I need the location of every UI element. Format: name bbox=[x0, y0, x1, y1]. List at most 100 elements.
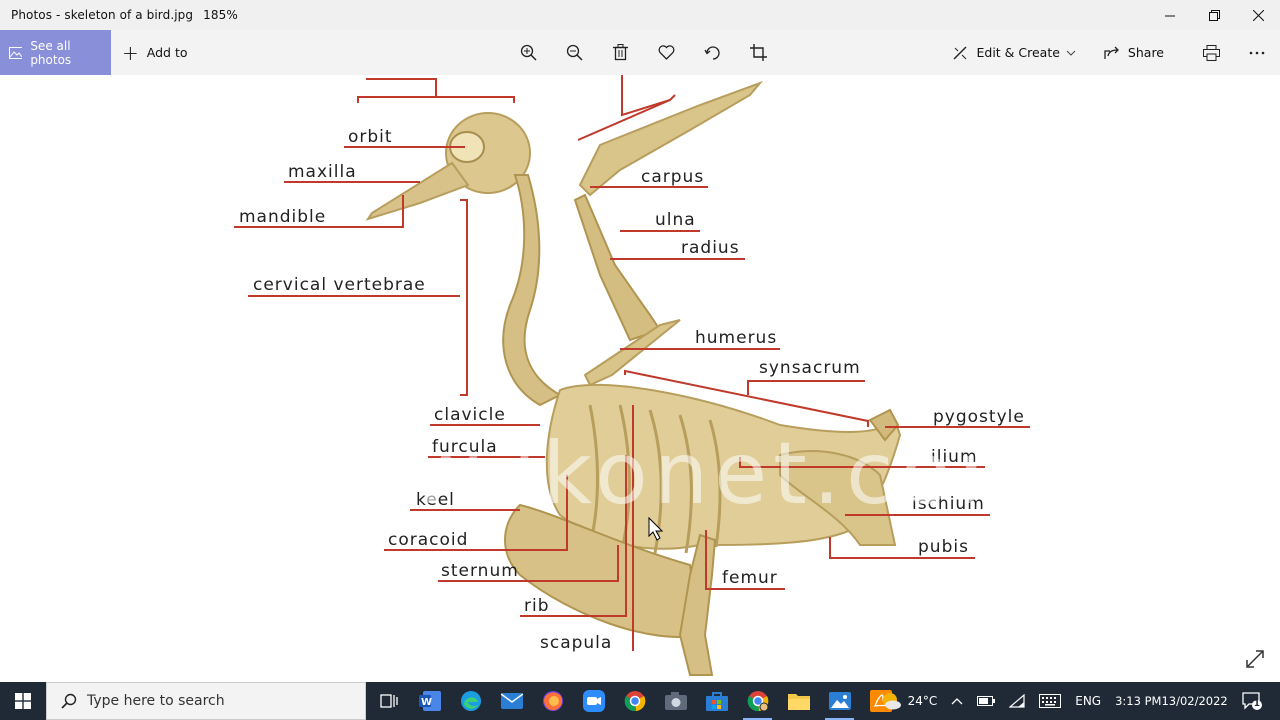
rotate-button[interactable] bbox=[689, 30, 735, 75]
input-language-button[interactable]: ENG bbox=[1068, 682, 1108, 720]
label-ulna: ulna bbox=[655, 210, 696, 230]
delete-icon bbox=[612, 44, 628, 61]
battery-icon bbox=[977, 696, 996, 706]
camera-icon bbox=[664, 692, 687, 710]
weather-temperature: 24°C bbox=[907, 694, 938, 708]
label-femur: femur bbox=[722, 568, 778, 588]
add-to-button[interactable]: + Add to bbox=[122, 30, 188, 75]
taskbar-search-box[interactable]: Type here to search bbox=[46, 682, 366, 720]
keyboard-button[interactable] bbox=[1032, 682, 1068, 720]
title-bar: Photos - skeleton of a bird.jpg 185% bbox=[0, 0, 1280, 30]
label-carpus: carpus bbox=[641, 167, 704, 187]
window-controls bbox=[1148, 0, 1280, 30]
taskbar-apps: W bbox=[368, 682, 901, 720]
chrome-profile-icon bbox=[747, 691, 768, 712]
label-pubis: pubis bbox=[918, 537, 969, 557]
battery-button[interactable] bbox=[970, 682, 1002, 720]
task-view-icon bbox=[379, 694, 398, 708]
zoom-app-icon bbox=[582, 690, 605, 712]
task-view-button[interactable] bbox=[368, 682, 409, 720]
start-button[interactable] bbox=[0, 682, 46, 720]
delete-button[interactable] bbox=[597, 30, 643, 75]
chrome-icon bbox=[624, 691, 645, 712]
weather-sun-cloud-icon bbox=[882, 693, 901, 710]
clock[interactable]: 3:13 PM 13/02/2022 bbox=[1108, 682, 1235, 720]
print-button[interactable] bbox=[1188, 30, 1234, 75]
network-button[interactable] bbox=[1002, 682, 1032, 720]
clock-date: 13/02/2022 bbox=[1161, 693, 1228, 708]
crop-button[interactable] bbox=[735, 30, 781, 75]
image-viewer[interactable]: orbit maxilla mandible cervical vertebra… bbox=[0, 75, 1280, 682]
label-scapula: scapula bbox=[540, 633, 612, 653]
wifi-icon bbox=[1009, 694, 1025, 708]
label-synsacrum: synsacrum bbox=[759, 358, 861, 378]
label-coracoid: coracoid bbox=[388, 530, 468, 550]
taskbar-zoom[interactable] bbox=[573, 682, 614, 720]
svg-text:W: W bbox=[421, 697, 432, 708]
notification-count: 1 bbox=[1253, 699, 1260, 709]
zoom-level: 185% bbox=[203, 8, 238, 22]
more-options-button[interactable] bbox=[1234, 30, 1280, 75]
edit-icon bbox=[953, 46, 967, 59]
taskbar-chrome-profile[interactable] bbox=[737, 682, 778, 720]
word-icon: W bbox=[418, 691, 441, 711]
windows-taskbar: Type here to search W 24°C ENG 3:13 PM 1… bbox=[0, 682, 1280, 720]
expand-icon bbox=[1246, 650, 1264, 668]
close-button[interactable] bbox=[1236, 0, 1280, 30]
taskbar-edge[interactable] bbox=[450, 682, 491, 720]
input-language: ENG bbox=[1075, 694, 1102, 708]
share-button[interactable]: Share bbox=[1104, 30, 1164, 75]
chevron-up-icon bbox=[951, 698, 963, 705]
weather-widget[interactable]: 24°C bbox=[874, 682, 945, 720]
taskbar-camera[interactable] bbox=[655, 682, 696, 720]
zoom-in-icon bbox=[520, 44, 537, 61]
taskbar-store[interactable] bbox=[696, 682, 737, 720]
watermark: www.ikonet.com bbox=[258, 424, 1048, 524]
zoom-in-button[interactable] bbox=[505, 30, 551, 75]
taskbar-mail[interactable] bbox=[491, 682, 532, 720]
taskbar-word[interactable]: W bbox=[409, 682, 450, 720]
fullscreen-button[interactable] bbox=[1244, 648, 1268, 672]
label-radius: radius bbox=[681, 238, 740, 258]
label-cervical-vertebrae: cervical vertebrae bbox=[253, 275, 426, 295]
keyboard-icon bbox=[1039, 694, 1062, 708]
zoom-out-icon bbox=[566, 44, 583, 61]
system-tray: 24°C ENG 3:13 PM 13/02/2022 1 bbox=[874, 682, 1280, 720]
print-icon bbox=[1202, 44, 1220, 61]
edge-icon bbox=[460, 691, 481, 711]
close-icon bbox=[1252, 9, 1264, 21]
favorite-button[interactable] bbox=[643, 30, 689, 75]
photos-icon bbox=[9, 46, 23, 59]
folder-icon bbox=[787, 694, 810, 710]
maximize-button[interactable] bbox=[1192, 0, 1236, 30]
plus-icon: + bbox=[122, 40, 139, 65]
see-all-photos-label: See all photos bbox=[30, 38, 72, 67]
search-placeholder: Type here to search bbox=[87, 693, 225, 709]
label-orbit: orbit bbox=[348, 127, 393, 147]
show-hidden-icons-button[interactable] bbox=[944, 682, 970, 720]
bird-skeleton-diagram: orbit maxilla mandible cervical vertebra… bbox=[234, 75, 1048, 676]
photos-app-window: Photos - skeleton of a bird.jpg 185% See … bbox=[0, 0, 1280, 720]
firefox-icon bbox=[542, 691, 563, 711]
zoom-out-button[interactable] bbox=[551, 30, 597, 75]
add-to-label: Add to bbox=[146, 45, 188, 60]
label-rib: rib bbox=[524, 596, 550, 616]
window-title: Photos - skeleton of a bird.jpg 185% bbox=[0, 8, 238, 22]
taskbar-file-explorer[interactable] bbox=[778, 682, 819, 720]
photo-toolbar: See all photos + Add to Edit & Create Sh… bbox=[0, 30, 1280, 75]
label-sternum: sternum bbox=[441, 561, 519, 581]
see-all-photos-button[interactable]: See all photos bbox=[0, 30, 111, 75]
minimize-icon bbox=[1164, 15, 1175, 16]
taskbar-chrome[interactable] bbox=[614, 682, 655, 720]
windows-logo-icon bbox=[15, 693, 31, 709]
notifications-button[interactable]: 1 bbox=[1235, 682, 1280, 720]
restore-icon bbox=[1208, 9, 1220, 21]
edit-create-button[interactable]: Edit & Create bbox=[952, 30, 1083, 75]
taskbar-firefox[interactable] bbox=[532, 682, 573, 720]
taskbar-photos[interactable] bbox=[819, 682, 860, 720]
image-tools bbox=[505, 30, 781, 75]
window-title-text: Photos - skeleton of a bird.jpg bbox=[11, 8, 194, 22]
rotate-icon bbox=[703, 46, 720, 60]
label-maxilla: maxilla bbox=[288, 162, 357, 182]
minimize-button[interactable] bbox=[1148, 0, 1192, 30]
